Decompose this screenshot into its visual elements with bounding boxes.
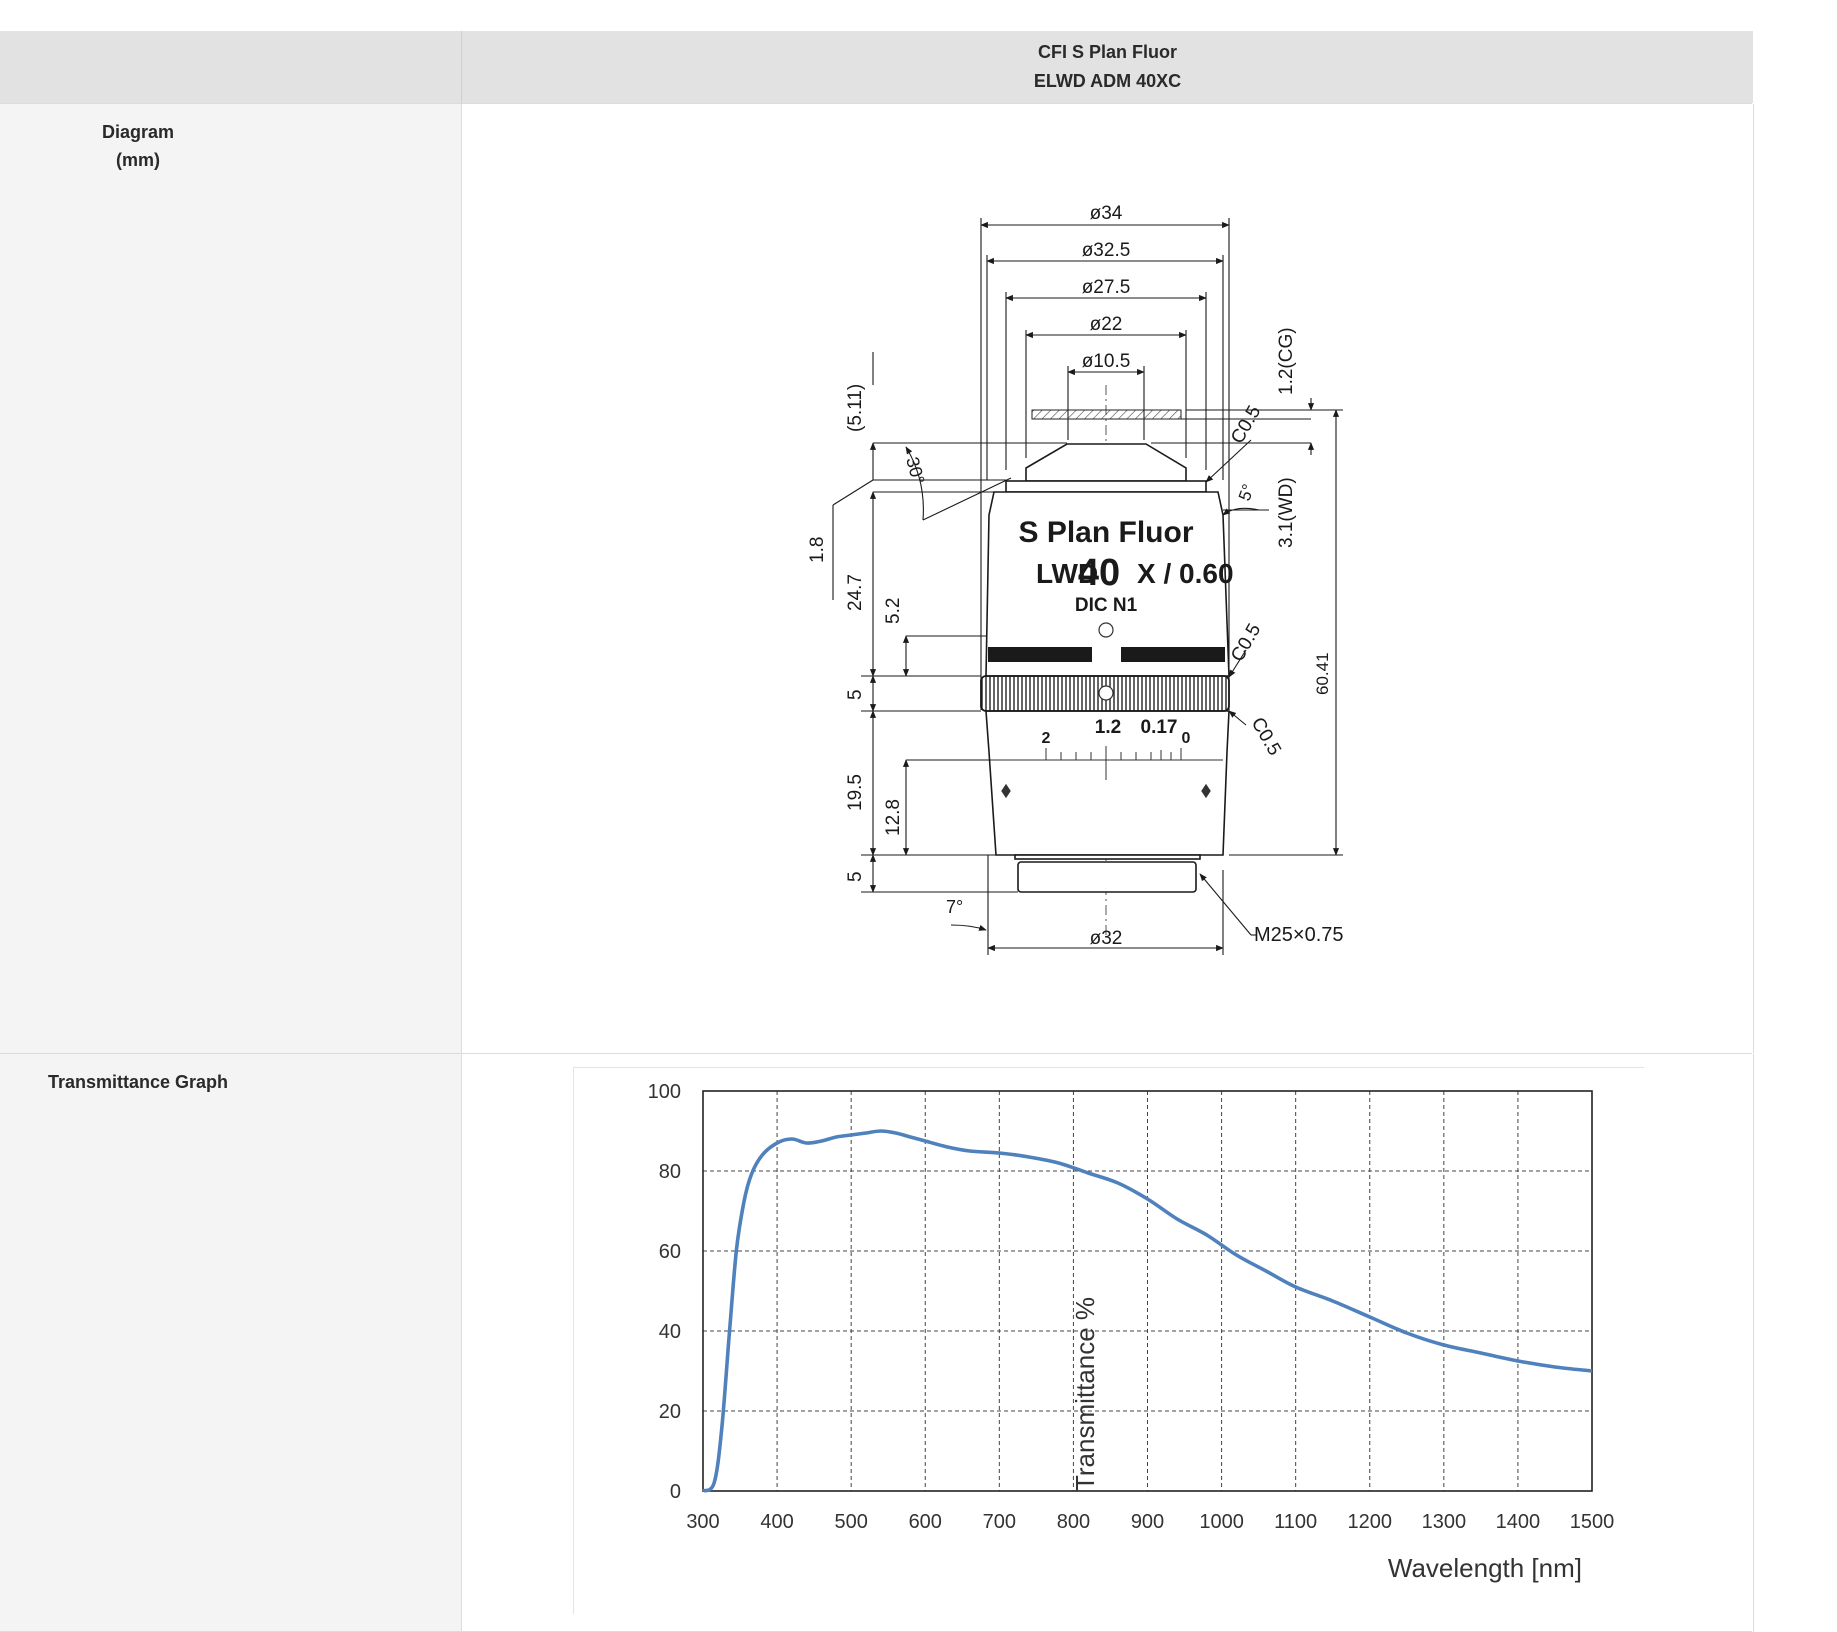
header-product-cell: CFI S Plan Fluor ELWD ADM 40XC [461, 31, 1753, 103]
y-tick-label: 20 [659, 1401, 681, 1423]
header-left-cell [0, 31, 461, 103]
dim-5-2: 5.2 [883, 598, 904, 624]
scale-0-17: 0.17 [1141, 717, 1178, 738]
y-tick-label: 100 [648, 1081, 681, 1103]
dim-chamfer-mid: C0.5 [1227, 620, 1265, 665]
engraving-na: X / 0.60 [1137, 558, 1234, 589]
dim-5-b: 5 [845, 871, 866, 882]
dim-5-a: 5 [845, 689, 866, 700]
y-tick-label: 80 [659, 1161, 681, 1183]
y-tick-label: 40 [659, 1321, 681, 1343]
diagram-label-cell: Diagram (mm) [0, 104, 461, 1053]
engraving-dic: DIC N1 [1075, 595, 1138, 616]
x-tick-label: 1000 [1199, 1511, 1244, 1533]
scale-0: 0 [1182, 730, 1191, 747]
diagram-label-unit: (mm) [116, 150, 160, 170]
x-tick-label: 900 [1131, 1511, 1164, 1533]
transmittance-chart: 300 400 500 600 700 800 900 1000 1100 1200 1300 140… [648, 1081, 1615, 1583]
x-tick-label: 400 [760, 1511, 793, 1533]
angle-7: 7° [946, 897, 963, 917]
x-tick-label: 1200 [1348, 1511, 1393, 1533]
y-tick-label: 60 [659, 1241, 681, 1263]
dim-12-8: 12.8 [883, 799, 904, 836]
engraving-magnification: 40 [1078, 552, 1120, 594]
scale-1-2: 1.2 [1095, 717, 1121, 738]
x-tick-label: 1400 [1496, 1511, 1541, 1533]
scale-2: 2 [1042, 730, 1051, 747]
dim-1-8: 1.8 [807, 537, 828, 563]
dim-24-7: 24.7 [845, 574, 866, 611]
dim-total-length: 60.41 [1313, 652, 1332, 695]
dim-d27-5: ø27.5 [1082, 277, 1131, 298]
transmittance-label: Transmittance Graph [47, 1072, 229, 1092]
transmittance-label-cell: Transmittance Graph [0, 1054, 461, 1632]
x-tick-label: 1300 [1422, 1511, 1467, 1533]
y-axis-label: Transmittance % [1070, 1297, 1100, 1491]
x-tick-label: 700 [983, 1511, 1016, 1533]
dim-d10-5: ø10.5 [1082, 351, 1131, 372]
diagram-label-title: Diagram [101, 122, 175, 142]
x-tick-label: 600 [909, 1511, 942, 1533]
angle-5: 5° [1235, 482, 1258, 504]
x-tick-label: 800 [1057, 1511, 1090, 1533]
product-name-line2: ELWD ADM 40XC [1033, 71, 1182, 91]
dim-d22: ø22 [1090, 314, 1123, 335]
dim-d34: ø34 [1090, 203, 1123, 224]
product-name-line1: CFI S Plan Fluor [1037, 42, 1177, 62]
dim-d32: ø32 [1090, 928, 1123, 949]
diagram-cell: S Plan Fluor LWD 40 X / 0.60 DIC N1 2 1.… [461, 104, 1754, 1053]
angle-30: 30° [902, 455, 928, 486]
dim-5-11: (5.11) [845, 384, 866, 432]
dim-chamfer-low: C0.5 [1247, 714, 1285, 759]
thread-spec: M25×0.75 [1254, 924, 1344, 946]
x-tick-label: 500 [834, 1511, 867, 1533]
dim-cover-glass: 1.2(CG) [1276, 327, 1297, 395]
diagram-label: Diagram (mm) [0, 118, 276, 174]
dim-19-5: 19.5 [845, 774, 866, 811]
objective-diagram: S Plan Fluor LWD 40 X / 0.60 DIC N1 2 1.… [807, 203, 1344, 955]
dim-d32-5: ø32.5 [1082, 240, 1131, 261]
x-tick-label: 300 [686, 1511, 719, 1533]
engraving-name: S Plan Fluor [1018, 516, 1193, 549]
transmittance-cell: 300 400 500 600 700 800 900 1000 1100 1200 1300 140… [461, 1054, 1754, 1632]
dim-chamfer-top: C0.5 [1227, 402, 1265, 447]
dim-working-distance: 3.1(WD) [1276, 477, 1297, 548]
x-tick-label: 1500 [1570, 1511, 1615, 1533]
y-tick-label: 0 [670, 1481, 681, 1503]
x-axis-label: Wavelength [nm] [1388, 1553, 1582, 1583]
x-tick-label: 1100 [1274, 1511, 1317, 1533]
